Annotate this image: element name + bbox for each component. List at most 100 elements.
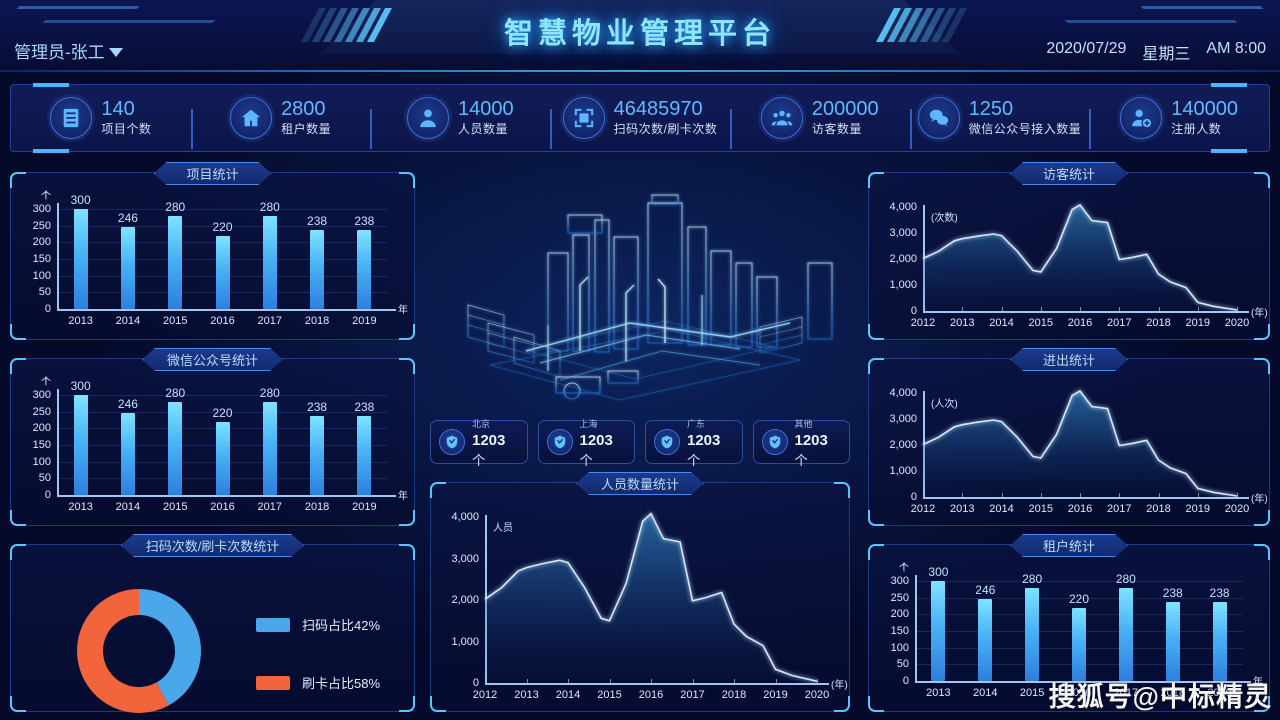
y-axis-unit-label: 个 (899, 563, 909, 574)
page-header: 智慧物业管理平台 管理员-张工 2020/07/29 星期三 AM 8:00 (0, 0, 1280, 72)
x-tick-label: 2016 (638, 689, 664, 701)
kpi-item-visitors[interactable]: 200000 访客数量 (729, 97, 910, 149)
x-tick-mark (1197, 493, 1199, 497)
region-value: 1203 (794, 432, 828, 449)
wechat-icon (917, 97, 960, 139)
x-tick-mark (568, 679, 569, 683)
datetime-display: 2020/07/29 星期三 AM 8:00 (1046, 40, 1266, 64)
kpi-value: 200000 (811, 97, 879, 120)
user-name-label: 管理员-张工 (14, 43, 105, 62)
panel-visitor-stats: 访客统计 (次数) 0 1,000 2,000 3,000 4,000 (年) 2012 201… (868, 172, 1270, 340)
gridline (57, 395, 388, 396)
bar (73, 395, 88, 495)
x-tick-mark (1040, 493, 1042, 497)
bar (1072, 607, 1086, 681)
x-tick-mark (526, 679, 528, 683)
y-tick-label: 2,000 (451, 594, 479, 606)
region-value: 1203 (472, 432, 506, 449)
y-tick-label: 2,000 (889, 439, 917, 451)
panel-scan-swipe-stats: 扫码次数/刷卡次数统计 扫码占比42% 刷卡占比58% (10, 544, 415, 713)
x-tick-label: 2018 (721, 689, 747, 701)
y-tick-label: 2,000 (889, 253, 917, 265)
y-axis-unit-label: 人员 (493, 523, 513, 534)
x-tick-label: 2019 (1185, 503, 1210, 515)
weekday-label: 星期三 (1142, 46, 1191, 63)
bar (1025, 587, 1040, 681)
x-tick-mark (1001, 493, 1003, 497)
y-tick-label: 1,000 (889, 279, 917, 291)
x-tick-label: 2012 (910, 503, 936, 515)
bar (215, 235, 230, 309)
y-tick-label: 250 (890, 591, 909, 604)
y-tick-label: 0 (910, 491, 917, 503)
x-tick-label: 2013 (950, 317, 975, 329)
x-axis-line (57, 309, 396, 311)
y-tick-label: 50 (38, 286, 51, 299)
kpi-item-projects[interactable]: 140 项目个数 (11, 97, 191, 139)
bar (120, 227, 135, 309)
bar-value-label: 238 (354, 213, 375, 228)
x-tick-mark (1001, 307, 1003, 311)
x-tick-label: 2012 (472, 689, 498, 701)
kpi-label: 访客数量 (811, 122, 862, 137)
region-pill-beijing[interactable]: 北京 1203 个 (430, 419, 528, 468)
bar (310, 415, 325, 495)
x-axis-unit-label: (年) (1251, 308, 1268, 319)
time-label: AM 8:00 (1206, 40, 1266, 57)
region-unit: 个 (472, 453, 486, 468)
x-tick-label: 2018 (1146, 503, 1171, 515)
legend-label: 扫码占比42% (302, 618, 381, 633)
kpi-item-people[interactable]: 14000 人员数量 (370, 97, 550, 149)
x-tick-label: 2018 (304, 501, 330, 513)
kpi-item-wechat[interactable]: 1250 微信公众号接入数量 (909, 97, 1090, 149)
kpi-item-tenants[interactable]: 2800 租户数量 (190, 97, 371, 149)
city-3d-visualization (430, 165, 850, 415)
x-tick-mark (775, 679, 777, 683)
region-stats-row: 北京 1203个 上海 1203个 广东 1203个 其他 1203个 (430, 419, 850, 468)
x-tick-mark (1040, 307, 1042, 311)
kpi-value: 140000 (1171, 97, 1239, 120)
y-tick-label: 250 (32, 219, 51, 232)
area-line (484, 512, 818, 683)
x-tick-label: 2016 (210, 315, 235, 327)
x-tick-label: 2017 (1107, 317, 1132, 329)
area-line (922, 389, 1238, 497)
gridline (57, 209, 388, 210)
area-fill (485, 513, 817, 683)
y-tick-label: 50 (38, 472, 51, 485)
region-pill-other[interactable]: 其他 1203 个 (752, 419, 850, 468)
region-pill-shanghai[interactable]: 上海 1203 个 (537, 419, 635, 468)
header-deco-right-1 (1140, 6, 1264, 9)
y-axis-unit-label: 个 (41, 191, 51, 202)
shield-icon (439, 429, 465, 455)
dashboard-root: 智慧物业管理平台 管理员-张工 2020/07/29 星期三 AM 8:00 1… (0, 0, 1280, 720)
document-icon (50, 97, 93, 139)
kpi-item-scans[interactable]: 46485970 扫码次数/刷卡次数 (550, 97, 730, 149)
x-tick-label: 2013 (926, 687, 951, 699)
y-tick-label: 4,000 (889, 387, 917, 399)
x-tick-label: 2016 (1067, 317, 1093, 329)
kpi-value: 46485970 (613, 97, 703, 120)
x-tick-label: 2014 (989, 503, 1014, 515)
bar (310, 229, 325, 309)
shield-icon (761, 429, 788, 455)
x-tick-label: 2017 (257, 315, 283, 327)
kpi-value: 14000 (457, 97, 514, 120)
add-user-icon (1120, 97, 1163, 139)
y-tick-label: 50 (896, 658, 909, 671)
x-tick-mark (1080, 307, 1081, 311)
bar (978, 599, 993, 681)
y-tick-label: 0 (44, 303, 51, 315)
x-tick-label: 2015 (162, 501, 188, 513)
chart-scan-swipe-stats: 扫码占比42% 刷卡占比58% (11, 545, 414, 713)
region-pill-guangdong[interactable]: 广东 1203 个 (645, 419, 743, 468)
area-fill (923, 390, 1237, 497)
bar (168, 401, 183, 495)
x-tick-mark (1158, 307, 1160, 311)
kpi-item-registered[interactable]: 140000 注册人数 (1089, 97, 1269, 149)
bar-value-label: 300 (928, 565, 949, 579)
user-menu[interactable]: 管理员-张工 (14, 38, 123, 63)
region-name: 其他 (794, 419, 813, 429)
x-tick-label: 2014 (115, 315, 141, 327)
x-tick-label: 2015 (1019, 687, 1045, 699)
